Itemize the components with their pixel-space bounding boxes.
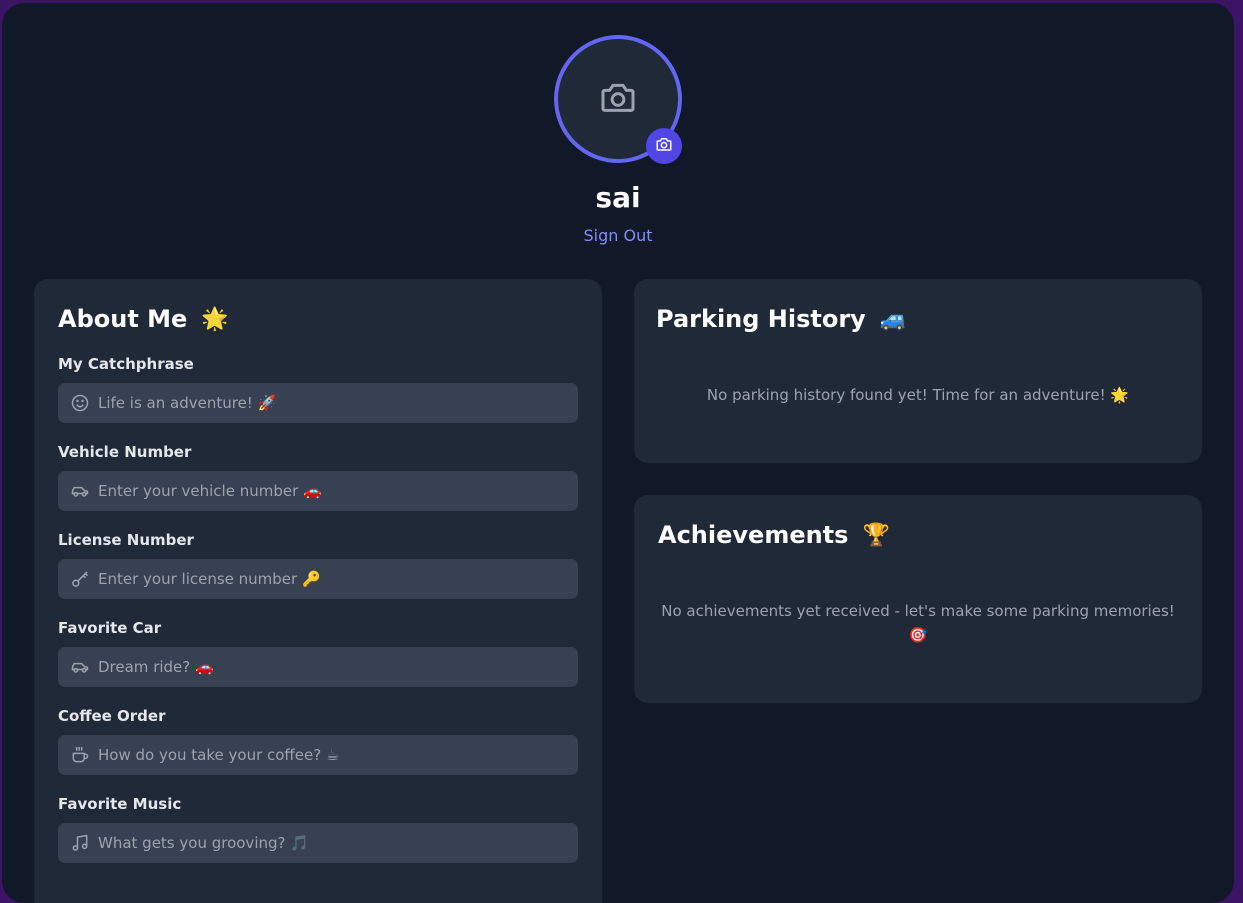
- about-me-heading: About Me: [58, 305, 188, 333]
- coffee-order-label: Coffee Order: [58, 707, 166, 725]
- catchphrase-field[interactable]: [58, 383, 578, 423]
- catchphrase-label: My Catchphrase: [58, 355, 194, 373]
- camera-icon: [655, 135, 673, 157]
- parking-history-card: Parking History 🚙 No parking history fou…: [634, 279, 1202, 463]
- coffee-icon: [70, 745, 90, 765]
- favorite-car-field[interactable]: [58, 647, 578, 687]
- smile-icon: [70, 393, 90, 413]
- parking-history-heading: Parking History: [656, 305, 866, 333]
- parking-history-empty-message: No parking history found yet! Time for a…: [706, 386, 1130, 404]
- favorite-car-input[interactable]: [98, 658, 578, 676]
- username: sai: [595, 181, 641, 214]
- favorite-music-label: Favorite Music: [58, 795, 182, 813]
- achievements-title: Achievements 🏆: [658, 521, 890, 549]
- star-emoji: 🌟: [201, 306, 229, 332]
- vehicle-number-label: Vehicle Number: [58, 443, 192, 461]
- coffee-order-input[interactable]: [98, 746, 578, 764]
- change-avatar-button[interactable]: [646, 128, 682, 164]
- parking-history-title: Parking History 🚙: [656, 305, 907, 333]
- trophy-emoji: 🏆: [862, 522, 890, 548]
- favorite-music-field[interactable]: [58, 823, 578, 863]
- key-icon: [70, 569, 90, 589]
- license-number-label: License Number: [58, 531, 194, 549]
- achievements-heading: Achievements: [658, 521, 849, 549]
- license-number-input[interactable]: [98, 570, 578, 588]
- vehicle-number-input[interactable]: [98, 482, 578, 500]
- music-icon: [70, 833, 90, 853]
- about-me-card: About Me 🌟 My Catchphrase Vehicle Number…: [34, 279, 602, 903]
- coffee-order-field[interactable]: [58, 735, 578, 775]
- about-me-title: About Me 🌟: [58, 305, 229, 333]
- sign-out-link[interactable]: Sign Out: [2, 226, 1234, 245]
- vehicle-number-field[interactable]: [58, 471, 578, 511]
- car-emoji: 🚙: [879, 306, 908, 332]
- catchphrase-input[interactable]: [98, 394, 578, 412]
- favorite-car-label: Favorite Car: [58, 619, 162, 637]
- car-icon: [70, 481, 90, 501]
- favorite-music-input[interactable]: [98, 834, 578, 852]
- profile-page: sai Sign Out About Me 🌟 My Catchphrase V…: [2, 3, 1234, 903]
- achievements-empty-message: No achievements yet received - let's mak…: [661, 602, 1175, 644]
- car-icon: [70, 657, 90, 677]
- license-number-field[interactable]: [58, 559, 578, 599]
- achievements-card: Achievements 🏆 No achievements yet recei…: [634, 495, 1202, 703]
- camera-icon: [598, 77, 638, 121]
